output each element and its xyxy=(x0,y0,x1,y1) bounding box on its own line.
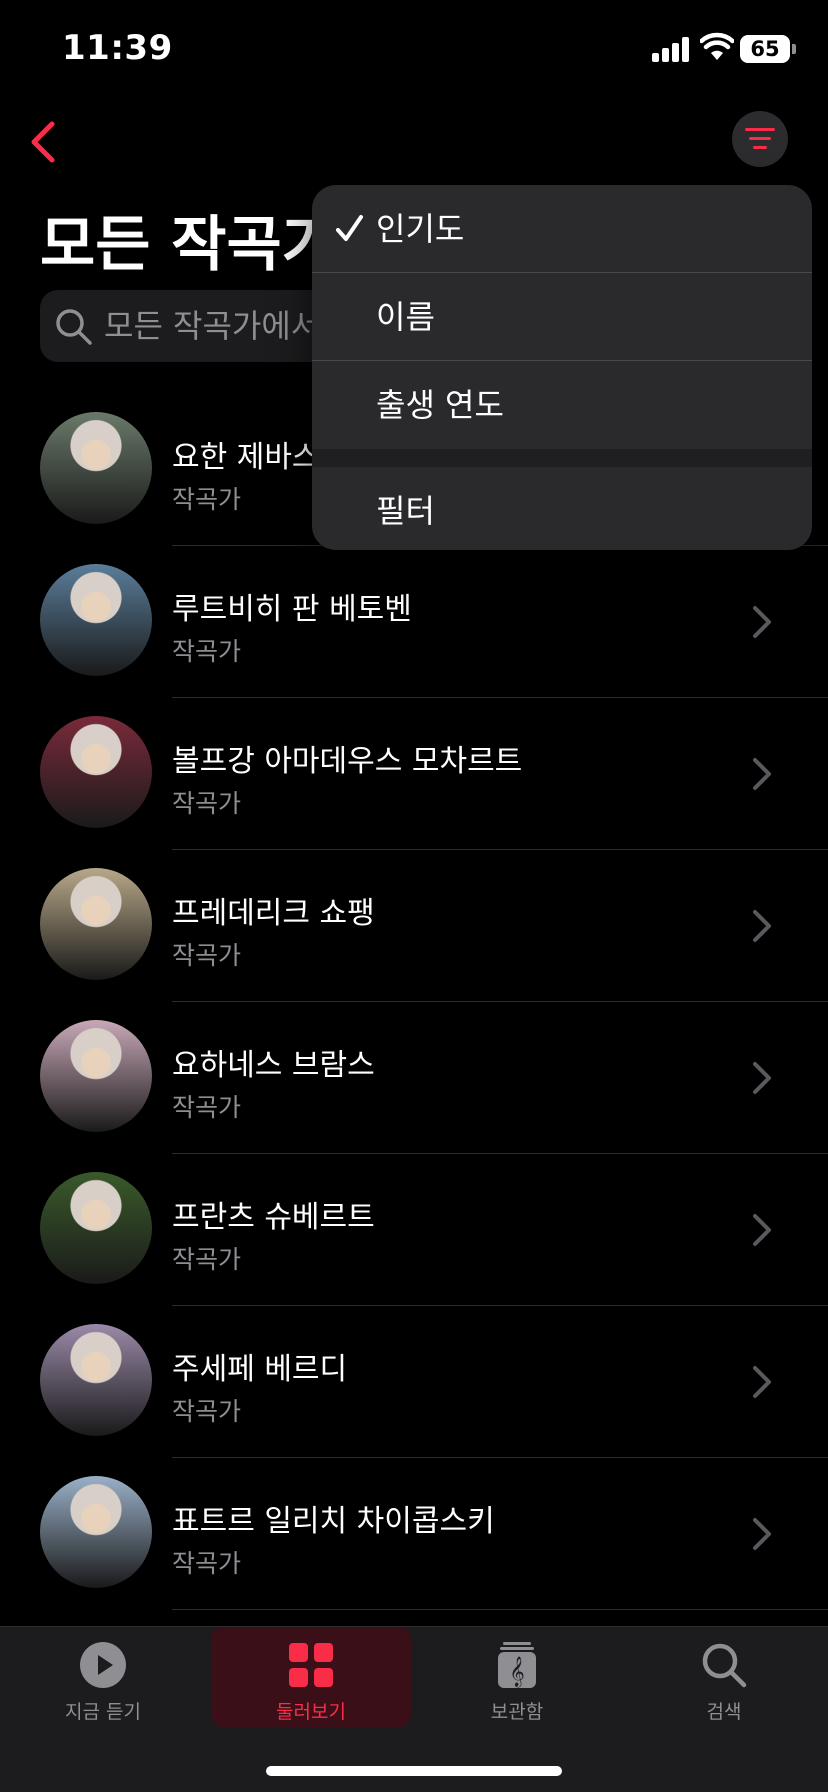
svg-text:𝄞: 𝄞 xyxy=(509,1656,524,1688)
composer-subtitle: 작곡가 xyxy=(172,1397,242,1426)
composer-avatar xyxy=(40,1172,152,1284)
checkmark-icon xyxy=(336,215,363,241)
composer-name: 볼프강 아마데우스 모차르트 xyxy=(172,744,523,779)
composer-text: 볼프강 아마데우스 모차르트작곡가 xyxy=(172,736,522,820)
chevron-right-icon xyxy=(753,1062,771,1094)
chevron-right-icon xyxy=(753,758,771,790)
page-title: 모든 작곡가 xyxy=(40,210,337,280)
composer-row[interactable]: 표트르 일리치 차이콥스키작곡가 xyxy=(0,1458,828,1610)
sort-icon-line-2 xyxy=(749,137,771,140)
row-separator xyxy=(172,1609,828,1610)
status-time: 11:39 xyxy=(62,28,173,68)
tab-search[interactable]: 검색 xyxy=(624,1627,824,1727)
menu-item-birth-year[interactable]: 출생 연도 xyxy=(312,361,812,449)
sort-menu: 인기도 이름 출생 연도 필터 xyxy=(312,185,812,550)
composer-text: 주세페 베르디작곡가 xyxy=(172,1344,347,1428)
composer-avatar xyxy=(40,1324,152,1436)
composer-text: 요하네스 브람스작곡가 xyxy=(172,1040,375,1124)
status-bar: 11:39 65 xyxy=(0,0,828,100)
menu-item-label: 인기도 xyxy=(376,210,465,248)
composer-name: 표트르 일리치 차이콥스키 xyxy=(172,1504,495,1539)
menu-item-label: 이름 xyxy=(376,298,435,336)
menu-item-popularity[interactable]: 인기도 xyxy=(312,185,812,273)
composer-text: 프레데리크 쇼팽작곡가 xyxy=(172,888,375,972)
menu-item-label: 출생 연도 xyxy=(376,386,504,424)
composer-avatar xyxy=(40,868,152,980)
composer-avatar xyxy=(40,1476,152,1588)
tab-label: 검색 xyxy=(706,1701,742,1723)
composer-text: 표트르 일리치 차이콥스키작곡가 xyxy=(172,1496,495,1580)
composer-subtitle: 작곡가 xyxy=(172,789,242,818)
composer-row[interactable]: 볼프강 아마데우스 모차르트작곡가 xyxy=(0,698,828,850)
menu-item-filter[interactable]: 필터 xyxy=(312,467,812,550)
tab-listen-now[interactable]: 지금 듣기 xyxy=(3,1627,203,1727)
home-indicator xyxy=(266,1766,562,1776)
composer-text: 루트비히 판 베토벤작곡가 xyxy=(172,584,412,668)
composer-name: 프란츠 슈베르트 xyxy=(172,1200,375,1235)
composer-subtitle: 작곡가 xyxy=(172,941,242,970)
tab-browse[interactable]: 둘러보기 xyxy=(211,1627,411,1727)
composer-avatar xyxy=(40,1020,152,1132)
composer-subtitle: 작곡가 xyxy=(172,1245,242,1274)
composer-name: 루트비히 판 베토벤 xyxy=(172,592,412,627)
chevron-right-icon xyxy=(753,910,771,942)
composer-row[interactable]: 요하네스 브람스작곡가 xyxy=(0,1002,828,1154)
back-chevron-icon[interactable] xyxy=(24,118,64,166)
menu-item-name[interactable]: 이름 xyxy=(312,273,812,361)
composer-avatar xyxy=(40,412,152,524)
sort-icon-line-1 xyxy=(745,128,775,131)
tab-label: 지금 듣기 xyxy=(65,1701,141,1723)
chevron-right-icon xyxy=(753,1366,771,1398)
composer-text: 프란츠 슈베르트작곡가 xyxy=(172,1192,375,1276)
cellular-signal-icon xyxy=(652,36,694,62)
search-icon xyxy=(56,309,92,345)
battery-tip xyxy=(792,44,796,54)
tab-label: 둘러보기 xyxy=(276,1701,346,1723)
composer-name: 주세페 베르디 xyxy=(172,1352,348,1387)
composer-row[interactable]: 루트비히 판 베토벤작곡가 xyxy=(0,546,828,698)
menu-section-gap xyxy=(312,449,812,467)
search-icon xyxy=(702,1643,747,1688)
chevron-right-icon xyxy=(753,1214,771,1246)
composer-name: 요하네스 브람스 xyxy=(172,1048,375,1083)
composer-avatar xyxy=(40,716,152,828)
menu-item-label: 필터 xyxy=(376,492,435,530)
chevron-right-icon xyxy=(753,1518,771,1550)
library-icon: 𝄞 xyxy=(498,1642,536,1688)
grid-icon xyxy=(289,1643,333,1687)
sort-icon-line-3 xyxy=(753,146,767,149)
play-circle-icon xyxy=(80,1642,126,1688)
tab-library[interactable]: 𝄞 보관함 xyxy=(417,1627,617,1727)
composer-row[interactable]: 주세페 베르디작곡가 xyxy=(0,1306,828,1458)
tab-label: 보관함 xyxy=(490,1701,544,1723)
composer-row[interactable]: 프란츠 슈베르트작곡가 xyxy=(0,1154,828,1306)
battery-level: 65 xyxy=(740,35,790,63)
chevron-right-icon xyxy=(753,606,771,638)
composer-subtitle: 작곡가 xyxy=(172,637,242,666)
screen: 11:39 65 모든 작곡가 모든 작곡가에서 검색 요한 제바스티안 바흐 … xyxy=(0,0,828,1792)
composer-list: 요한 제바스티안 바흐 작곡가 루트비히 판 베토벤 작곡가 볼프강 아마데우스 모차르… xyxy=(0,394,828,1610)
composer-subtitle: 작곡가 xyxy=(172,1549,242,1578)
wifi-icon xyxy=(700,32,734,60)
composer-subtitle: 작곡가 xyxy=(172,1093,242,1122)
composer-row[interactable]: 프레데리크 쇼팽작곡가 xyxy=(0,850,828,1002)
sort-button[interactable] xyxy=(732,111,788,167)
composer-name: 프레데리크 쇼팽 xyxy=(172,896,375,931)
composer-avatar xyxy=(40,564,152,676)
